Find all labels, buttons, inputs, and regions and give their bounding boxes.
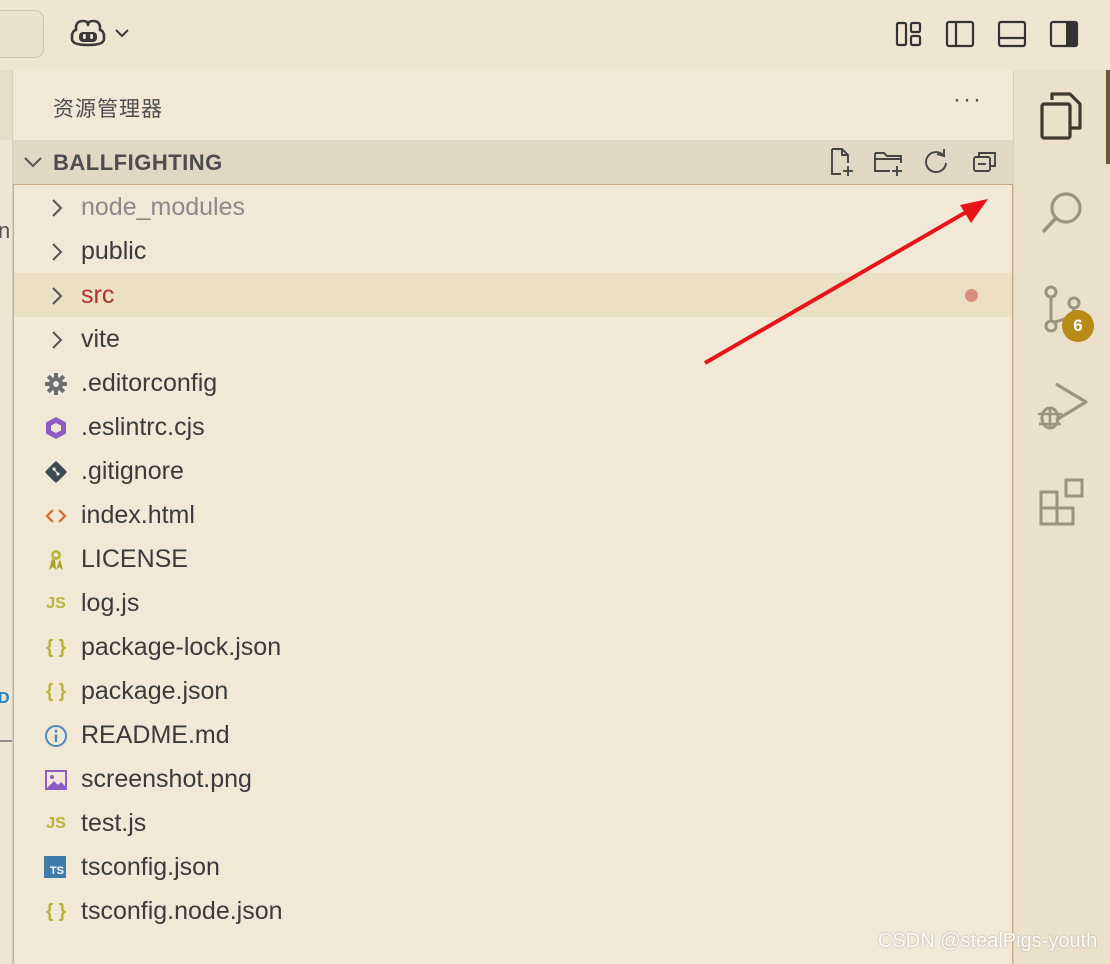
tree-file-license[interactable]: LICENSE: [14, 537, 1012, 581]
explorer-title: 资源管理器: [53, 98, 163, 121]
editor-divider: [0, 740, 12, 742]
explorer-sidebar: 资源管理器 ··· BALLFIGHTING node_modules publ…: [13, 70, 1013, 964]
tree-file-log-js[interactable]: JS log.js: [14, 581, 1012, 625]
gear-icon: [44, 372, 68, 396]
tree-item-label: package-lock.json: [81, 633, 282, 661]
tree-file-package-lock-json[interactable]: { } package-lock.json: [14, 625, 1012, 669]
new-folder-icon[interactable]: [873, 147, 903, 177]
run-debug-icon[interactable]: [1036, 378, 1090, 432]
toggle-panel-icon[interactable]: [997, 19, 1027, 49]
workspace-section-header[interactable]: BALLFIGHTING: [13, 140, 1013, 184]
source-control-badge: 6: [1062, 310, 1094, 342]
chevron-down-icon: [21, 150, 45, 179]
json-icon: { }: [45, 681, 67, 702]
collapse-all-icon[interactable]: [971, 147, 1001, 177]
editor-tab-edge[interactable]: [0, 70, 12, 140]
ts-icon: TS: [44, 856, 66, 878]
new-file-icon[interactable]: [827, 147, 857, 177]
copilot-icon: [70, 18, 106, 53]
tree-item-label: index.html: [81, 501, 195, 529]
tree-item-label: public: [81, 237, 147, 265]
html-icon: [44, 504, 68, 528]
chevron-right-icon: [50, 241, 64, 268]
tree-item-label: tsconfig.json: [81, 853, 220, 881]
tree-file-package-json[interactable]: { } package.json: [14, 669, 1012, 713]
active-indicator: [1106, 70, 1110, 164]
tree-item-label: node_modules: [81, 193, 246, 221]
explorer-icon[interactable]: [1036, 90, 1090, 144]
license-icon: [44, 548, 68, 572]
tree-item-label: .eslintrc.cjs: [81, 413, 205, 441]
file-tree: node_modules public src vite .editorconf…: [13, 184, 1013, 964]
editor-area-edge: n D: [0, 70, 13, 964]
tree-folder-src[interactable]: src: [14, 273, 1012, 317]
tree-file-screenshot-png[interactable]: screenshot.png: [14, 757, 1012, 801]
tree-item-label: vite: [81, 325, 120, 353]
activity-bar: [1013, 70, 1110, 964]
tree-item-label: tsconfig.node.json: [81, 897, 283, 925]
more-actions-button[interactable]: ···: [953, 86, 983, 114]
customize-layout-icon[interactable]: [894, 19, 924, 49]
modified-indicator: [965, 289, 978, 302]
tree-item-label: .editorconfig: [81, 369, 218, 397]
copilot-menu-button[interactable]: [70, 18, 130, 53]
editor-partial-link: D: [0, 690, 10, 707]
tree-file-test-js[interactable]: JS test.js: [14, 801, 1012, 845]
tree-folder-node-modules[interactable]: node_modules: [14, 185, 1012, 229]
tree-file-editorconfig[interactable]: .editorconfig: [14, 361, 1012, 405]
tree-item-label: src: [81, 281, 115, 309]
tree-file-readme[interactable]: README.md: [14, 713, 1012, 757]
js-icon: JS: [46, 815, 66, 832]
eslint-icon: [44, 416, 68, 440]
json-icon: { }: [45, 901, 67, 922]
tree-file-eslintrc[interactable]: .eslintrc.cjs: [14, 405, 1012, 449]
tree-folder-vite[interactable]: vite: [14, 317, 1012, 361]
tree-item-label: package.json: [81, 677, 229, 705]
tree-item-label: log.js: [81, 589, 140, 617]
tree-file-gitignore[interactable]: .gitignore: [14, 449, 1012, 493]
tree-item-label: test.js: [81, 809, 147, 837]
refresh-icon[interactable]: [921, 147, 951, 177]
tree-file-tsconfig-node-json[interactable]: { } tsconfig.node.json: [14, 889, 1012, 933]
tree-folder-public[interactable]: public: [14, 229, 1012, 273]
toggle-primary-sidebar-icon[interactable]: [945, 19, 975, 49]
tree-item-label: .gitignore: [81, 457, 184, 485]
tree-item-label: LICENSE: [81, 545, 188, 573]
git-icon: [44, 460, 68, 484]
toggle-secondary-sidebar-icon[interactable]: [1049, 19, 1079, 49]
info-icon: [44, 724, 68, 748]
chevron-right-icon: [50, 197, 64, 224]
command-center-search[interactable]: [0, 10, 44, 58]
chevron-down-icon: [114, 26, 130, 44]
tree-file-tsconfig-json[interactable]: TS tsconfig.json: [14, 845, 1012, 889]
title-bar: [0, 0, 1110, 70]
extensions-icon[interactable]: [1036, 474, 1090, 528]
search-icon[interactable]: [1036, 186, 1090, 240]
editor-partial-text: n: [0, 218, 11, 243]
chevron-right-icon: [50, 285, 64, 312]
chevron-right-icon: [50, 329, 64, 356]
workspace-name: BALLFIGHTING: [53, 150, 223, 175]
js-icon: JS: [46, 595, 66, 612]
image-icon: [44, 768, 68, 792]
json-icon: { }: [45, 637, 67, 658]
tree-item-label: README.md: [81, 721, 230, 749]
watermark: CSDN @stealPigs-youth: [878, 930, 1098, 952]
tree-file-index-html[interactable]: index.html: [14, 493, 1012, 537]
tree-item-label: screenshot.png: [81, 765, 252, 793]
